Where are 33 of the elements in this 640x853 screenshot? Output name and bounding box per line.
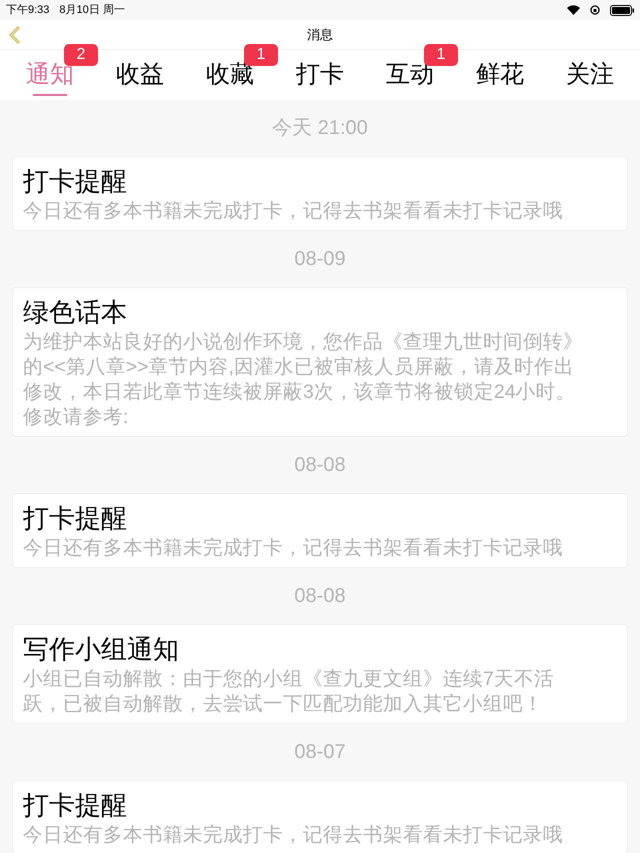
tab[interactable]: 打卡: [294, 50, 346, 100]
tab[interactable]: 收益: [114, 50, 166, 100]
message-card[interactable]: 绿色话本 为维护本站良好的小说创作环境，您作品《查理九世时间倒转》的<<第八章>>章节内容,因灌水已被审核人员屏蔽，请及时作出修改，本日若此章节连续被屏蔽3次，该章节将被锁定24小时。修改请参考:: [12, 287, 628, 437]
message-title: 写作小组通知: [23, 633, 180, 666]
battery-icon: [610, 4, 634, 16]
date-label: 08-09: [294, 247, 346, 272]
count-badge: 2: [64, 44, 98, 66]
chevron-left-icon: [8, 24, 22, 44]
message-title: 绿色话本: [23, 296, 128, 329]
message-body: 今日还有多本书籍未完成打卡，记得去书架看看未打卡记录哦: [23, 536, 564, 561]
count-badge: 1: [424, 44, 458, 66]
message-title: 打卡提醒: [23, 789, 128, 822]
date-label: 08-08: [294, 453, 346, 478]
message-body: 小组已自动解散：由于您的小组《查九更文组》连续7天不活跃，已被自动解散，去尝试一下匹配功能加入其它小组吧！: [23, 667, 555, 717]
status-time: 下午9:33: [6, 2, 50, 18]
date-label: 08-07: [294, 740, 346, 765]
message-body: 为维护本站良好的小说创作环境，您作品《查理九世时间倒转》的<<第八章>>章节内容,因灌水已被审核人员屏蔽，请及时作出修改，本日若此章节连续被屏蔽3次，该章节将被锁定24小时。修改请参考:: [23, 330, 584, 430]
message-card[interactable]: 打卡提醒 今日还有多本书籍未完成打卡，记得去书架看看未打卡记录哦: [12, 780, 628, 853]
status-date: 8月10日 周一: [59, 2, 125, 18]
message-card[interactable]: 打卡提醒 今日还有多本书籍未完成打卡，记得去书架看看未打卡记录哦: [12, 493, 628, 568]
tab[interactable]: 关注: [564, 50, 616, 100]
rotation-lock-icon: [590, 5, 600, 15]
message-body: 今日还有多本书籍未完成打卡，记得去书架看看未打卡记录哦: [23, 823, 564, 848]
date-label: 今天 21:00: [272, 116, 368, 141]
date-label: 08-08: [294, 584, 346, 609]
message-body: 今日还有多本书籍未完成打卡，记得去书架看看未打卡记录哦: [23, 199, 564, 224]
message-title: 打卡提醒: [23, 165, 128, 198]
tab[interactable]: 鲜花: [474, 50, 526, 100]
message-card[interactable]: 写作小组通知 小组已自动解散：由于您的小组《查九更文组》连续7天不活跃，已被自动解散，去尝试一下匹配功能加入其它小组吧！: [12, 624, 628, 724]
wifi-icon: [567, 5, 580, 15]
page-title: 消息: [307, 26, 333, 44]
message-card[interactable]: 打卡提醒 今日还有多本书籍未完成打卡，记得去书架看看未打卡记录哦: [12, 156, 628, 231]
message-title: 打卡提醒: [23, 502, 128, 535]
